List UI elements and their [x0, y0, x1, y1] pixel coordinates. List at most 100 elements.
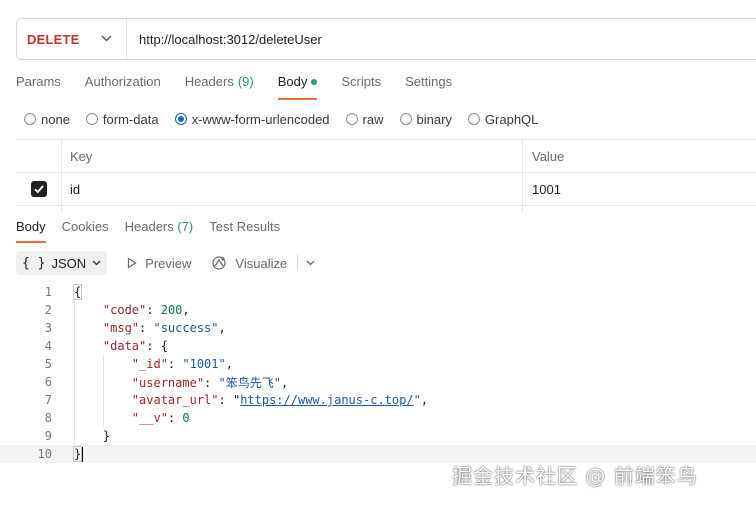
response-tab-test-results[interactable]: Test Results: [209, 219, 280, 243]
line-number: 10: [37, 447, 52, 461]
tab-authorization[interactable]: Authorization: [85, 74, 161, 100]
response-tab-headers[interactable]: Headers (7): [125, 219, 194, 243]
tab-label: Cookies: [61, 219, 109, 234]
radio-label: x-www-form-urlencoded: [191, 111, 330, 127]
code-line: 5 "_id": "1001",: [0, 355, 756, 373]
radio-none[interactable]: none: [24, 112, 70, 127]
method-select[interactable]: DELETE: [17, 19, 127, 59]
table-row-empty: [16, 206, 756, 212]
request-url-bar: DELETE: [16, 18, 756, 60]
response-tab-cookies[interactable]: Cookies: [62, 219, 109, 243]
column-header-key: Key: [62, 140, 523, 172]
response-tabs: Body Cookies Headers (7) Test Results: [16, 219, 296, 243]
radio-raw[interactable]: raw: [345, 111, 384, 127]
line-number: 8: [44, 411, 52, 425]
play-icon: [127, 257, 137, 269]
code-content: "data": {: [102, 339, 168, 353]
chevron-down-icon: [101, 33, 112, 45]
radio-label: none: [41, 111, 70, 127]
row-enabled-checkbox[interactable]: [30, 181, 47, 197]
code-content: "code": 200,: [102, 303, 190, 317]
params-table: Key Value id 1001: [16, 139, 756, 212]
code-content: "msg": "success",: [102, 321, 226, 335]
preview-label: Preview: [145, 255, 192, 271]
chevron-down-icon[interactable]: [306, 258, 315, 269]
tab-scripts[interactable]: Scripts: [341, 74, 381, 100]
radio-circle-icon: [345, 113, 358, 125]
column-header-value: Value: [532, 148, 565, 164]
body-type-radios: none form-data x-www-form-urlencoded raw…: [24, 110, 554, 128]
avatar-url-link[interactable]: https://www.janus-c.top/: [240, 393, 413, 407]
checkmark-icon: [33, 185, 44, 194]
radio-circle-icon: [85, 113, 98, 125]
format-select[interactable]: { } JSON: [16, 251, 108, 275]
tab-label: Headers: [124, 219, 174, 234]
row-key-cell[interactable]: id: [62, 173, 523, 205]
chevron-down-icon: [92, 258, 101, 269]
code-content: "username": "笨鸟先飞",: [131, 375, 289, 390]
visualize-label: Visualize: [235, 255, 288, 271]
toolbar-divider: [297, 255, 299, 271]
format-label: JSON: [51, 255, 87, 271]
line-number: 1: [44, 285, 52, 299]
text-cursor: [82, 446, 84, 462]
header-check-cell: [16, 140, 62, 172]
line-number: 2: [44, 303, 52, 317]
tab-label: Scripts: [341, 74, 382, 89]
response-tab-body[interactable]: Body: [16, 219, 46, 243]
tab-settings[interactable]: Settings: [405, 74, 452, 100]
code-content: }: [102, 429, 111, 443]
code-line: 6 "username": "笨鸟先飞",: [0, 373, 756, 391]
response-body-viewer[interactable]: 1 { 2 "code": 200, 3 "msg": "success", 4…: [0, 283, 756, 463]
tab-label: Body: [277, 74, 308, 89]
watermark: 掘金技术社区 @ 前端笨鸟: [452, 464, 698, 488]
code-line: 4 "data": {: [0, 337, 756, 355]
code-content: }: [72, 445, 84, 462]
table-row: id 1001: [16, 173, 756, 206]
tab-label: Body: [16, 219, 46, 234]
code-content: {: [72, 284, 83, 300]
response-toolbar: { } JSON Preview Visualize: [16, 251, 315, 275]
modified-dot-icon: [311, 79, 318, 85]
line-number: 5: [44, 357, 52, 371]
visualize-button[interactable]: Visualize: [211, 255, 287, 271]
line-number: 3: [44, 321, 52, 335]
code-line: 2 "code": 200,: [0, 301, 756, 319]
code-line: 8 "__v": 0: [0, 409, 756, 427]
row-value-cell[interactable]: [523, 206, 756, 212]
preview-button[interactable]: Preview: [127, 256, 191, 271]
radio-x-www-form-urlencoded[interactable]: x-www-form-urlencoded: [174, 111, 330, 127]
code-line: 7 "avatar_url": "https://www.janus-c.top…: [0, 391, 756, 409]
json-braces-icon: { }: [22, 255, 46, 271]
tab-count: (9): [237, 74, 254, 89]
code-content: "_id": "1001",: [131, 357, 233, 371]
table-header-row: Key Value: [16, 140, 756, 173]
row-value-cell[interactable]: 1001: [523, 173, 756, 205]
radio-graphql[interactable]: GraphQL: [467, 111, 539, 127]
tab-label: Params: [16, 74, 61, 89]
radio-form-data[interactable]: form-data: [85, 112, 159, 127]
row-check-cell: [16, 206, 62, 212]
radio-label: raw: [362, 111, 384, 127]
radio-circle-icon: [399, 113, 412, 125]
line-number: 6: [44, 375, 52, 389]
tab-count: (7): [177, 219, 194, 234]
radio-label: GraphQL: [484, 111, 539, 127]
tab-params[interactable]: Params: [16, 74, 61, 100]
row-key-cell[interactable]: [62, 206, 523, 212]
radio-binary[interactable]: binary: [399, 112, 452, 127]
radio-selected-icon: [174, 113, 187, 125]
tab-label: Test Results: [209, 219, 281, 234]
tab-label: Headers: [184, 74, 234, 89]
line-number: 9: [44, 429, 52, 443]
code-content: "__v": 0: [131, 411, 190, 425]
tab-body[interactable]: Body: [277, 74, 318, 100]
request-tabs: Params Authorization Headers (9) Body Scr…: [16, 74, 476, 100]
tab-headers[interactable]: Headers (9): [185, 74, 254, 100]
code-line: 1 {: [0, 283, 756, 301]
code-line: 9 }: [0, 427, 756, 445]
row-check-cell: [16, 173, 62, 205]
code-content: "avatar_url": "https://www.janus-c.top/"…: [131, 393, 429, 407]
method-label: DELETE: [27, 31, 80, 47]
url-input[interactable]: [139, 31, 659, 47]
